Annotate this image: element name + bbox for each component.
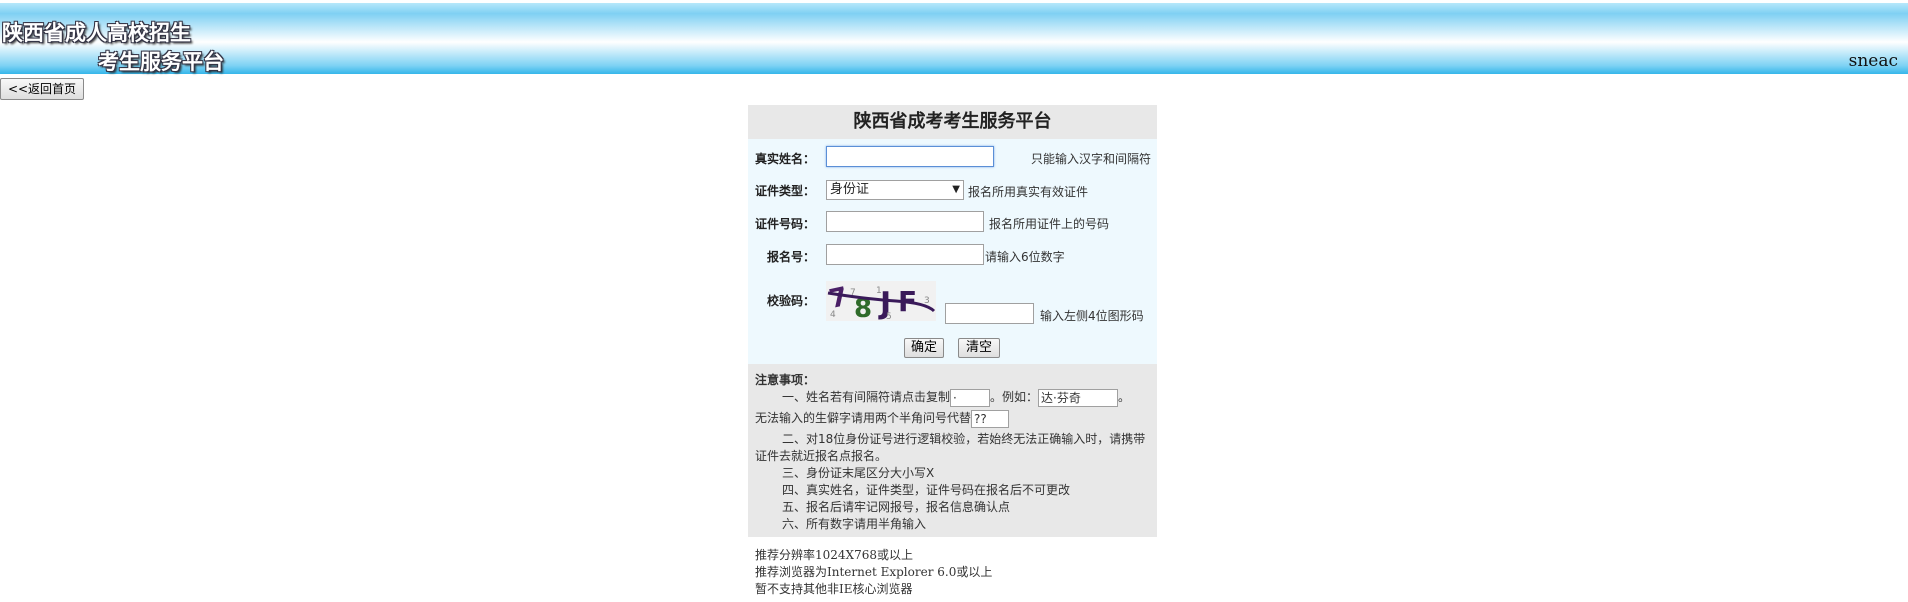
note-item-1-text: 一、姓名若有间隔符请点击复制 bbox=[782, 390, 951, 404]
svg-text:1: 1 bbox=[876, 286, 882, 296]
note-item-1-line2-text: 无法输入的生僻字请用两个半角问号代替 bbox=[755, 411, 972, 425]
back-to-home-button[interactable]: <<返回首页 bbox=[0, 78, 84, 100]
captcha-label: 校验码： bbox=[767, 294, 816, 308]
id-type-hint: 报名所用真实有效证件 bbox=[968, 185, 1089, 199]
svg-text:5: 5 bbox=[886, 312, 892, 321]
reg-number-label: 报名号： bbox=[767, 250, 816, 264]
note-item-1-end: 。 bbox=[1118, 390, 1131, 404]
id-number-label: 证件号码： bbox=[755, 217, 816, 231]
note-item-4: 四、真实姓名，证件类型，证件号码在报名后不可更改 bbox=[782, 483, 1071, 497]
footer-resolution: 推荐分辨率1024X768或以上 bbox=[755, 548, 913, 562]
id-type-selected: 身份证 bbox=[830, 182, 870, 197]
footer-browser: 推荐浏览器为Internet Explorer 6.0或以上 bbox=[755, 565, 993, 579]
site-logo-line2: 考生服务平台 bbox=[98, 49, 224, 74]
real-name-input[interactable] bbox=[826, 146, 994, 167]
note-item-2-line1: 二、对18位身份证号进行逻辑校验，若始终无法正确输入时，请携带 bbox=[782, 432, 1146, 446]
note-item-2-line2: 证件去就近报名点报名。 bbox=[755, 449, 888, 463]
login-panel: 陕西省成考考生服务平台 真实姓名： 只能输入汉字和间隔符 证件类型： 身份证 ▼… bbox=[748, 105, 1157, 537]
note-item-5: 五、报名后请牢记网报号，报名信息确认点 bbox=[782, 500, 1011, 514]
footer-info: 推荐分辨率1024X768或以上 推荐浏览器为Internet Explorer… bbox=[755, 547, 992, 598]
id-number-hint: 报名所用证件上的号码 bbox=[989, 217, 1110, 231]
panel-title: 陕西省成考考生服务平台 bbox=[748, 105, 1157, 139]
note-item-1: 一、姓名若有间隔符请点击复制 · 。例如： 达·芬奇。 bbox=[782, 388, 1130, 407]
captcha-graphic: 7 8 J F 7 1 3 4 5 bbox=[826, 281, 936, 324]
footer-support: 暂不支持其他非IE核心浏览器 bbox=[755, 582, 913, 596]
login-form: 真实姓名： 只能输入汉字和间隔符 证件类型： 身份证 ▼ 报名所用真实有效证件 … bbox=[748, 139, 1157, 364]
site-logo-line1: 陕西省成人高校招生 bbox=[2, 20, 191, 45]
reg-number-hint: 请输入6位数字 bbox=[985, 250, 1065, 264]
captcha-input[interactable] bbox=[945, 303, 1034, 324]
header-banner: 陕西省成人高校招生 考生服务平台 sneac bbox=[0, 3, 1908, 74]
captcha-image[interactable]: 7 8 J F 7 1 3 4 5 bbox=[826, 281, 936, 324]
note-item-6: 六、所有数字请用半角输入 bbox=[782, 517, 927, 531]
site-tag: sneac bbox=[1848, 51, 1898, 71]
example-name-field[interactable]: 达·芬奇 bbox=[1038, 388, 1119, 407]
svg-text:3: 3 bbox=[924, 296, 930, 306]
clear-button[interactable]: 清空 bbox=[958, 338, 1000, 358]
id-number-input[interactable] bbox=[826, 211, 984, 232]
note-item-1-line2: 无法输入的生僻字请用两个半角问号代替?? bbox=[755, 409, 1010, 428]
confirm-button[interactable]: 确定 bbox=[904, 338, 944, 358]
name-hint: 只能输入汉字和间隔符 bbox=[1031, 152, 1152, 166]
svg-text:4: 4 bbox=[830, 310, 836, 320]
id-type-select[interactable]: 身份证 ▼ bbox=[826, 180, 964, 200]
reg-number-input[interactable] bbox=[826, 244, 984, 265]
name-label: 真实姓名： bbox=[755, 152, 816, 166]
id-type-label: 证件类型： bbox=[755, 184, 816, 198]
note-item-3: 三、身份证末尾区分大小写X bbox=[782, 466, 935, 480]
rare-char-placeholder-field[interactable]: ?? bbox=[971, 409, 1010, 428]
notes-title: 注意事项： bbox=[755, 373, 816, 387]
dropdown-arrow-icon: ▼ bbox=[952, 184, 960, 195]
copy-separator-field[interactable]: · bbox=[950, 388, 991, 407]
captcha-hint: 输入左侧4位图形码 bbox=[1040, 309, 1144, 323]
svg-text:7: 7 bbox=[850, 288, 856, 298]
notes-section: 注意事项： 一、姓名若有间隔符请点击复制 · 。例如： 达·芬奇。 无法输入的生僻字请… bbox=[748, 364, 1157, 537]
note-item-1-mid: 。例如： bbox=[990, 390, 1039, 404]
